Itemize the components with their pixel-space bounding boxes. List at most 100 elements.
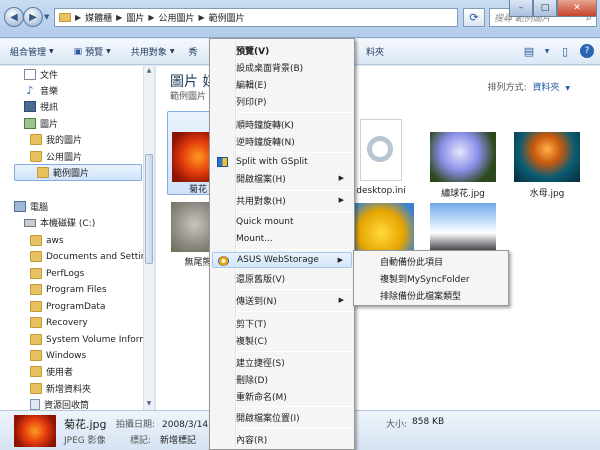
menu-separator (238, 249, 352, 250)
breadcrumb-pictures[interactable]: 圖片 (126, 11, 144, 24)
image-thumbnail (430, 203, 496, 253)
menu-item-open-with[interactable]: 開啟檔案(H) ▶ (212, 170, 352, 186)
sidebar-item-documents-and-settings[interactable]: Documents and Settings (30, 248, 155, 265)
menu-item-send-to[interactable]: 傳送到(N) ▶ (212, 292, 352, 308)
menu-item-label: 傳送到(N) (236, 296, 277, 307)
submenu-arrow-icon: ▶ (338, 296, 344, 304)
scroll-up-icon[interactable]: ▲ (145, 67, 153, 76)
sidebar-scrollbar[interactable]: ▲ ▼ (143, 66, 154, 410)
menu-item-rotate-counterclockwise[interactable]: 逆時鐘旋轉(N) (212, 133, 352, 149)
folder-icon (30, 151, 42, 162)
menu-item-edit[interactable]: 編輯(E) (212, 76, 352, 92)
submenu-item-exclude-file-type[interactable]: 排除備份此檔案類型 (356, 287, 506, 303)
minimize-button[interactable]: – (509, 0, 533, 17)
breadcrumb-sample-pictures[interactable]: 範例圖片 (209, 11, 245, 24)
forward-button[interactable]: ▶ (23, 7, 43, 27)
sidebar-item-label: Documents and Settings (46, 251, 155, 262)
caret-down-icon: ▼ (106, 48, 111, 55)
menu-item-preview[interactable]: 預覽(V) (212, 42, 352, 58)
breadcrumb-library[interactable]: 媒體櫃 (85, 11, 112, 24)
slideshow-label: 秀 (188, 48, 198, 58)
sidebar-item-public-pictures[interactable]: 公用圖片 (30, 148, 82, 165)
caret-down-icon: ▼ (49, 48, 54, 55)
new-folder-button[interactable]: 料夾 (356, 45, 394, 58)
thumbnail-penguins[interactable] (428, 203, 498, 255)
menu-item-open-file-location[interactable]: 開啟檔案位置(I) (212, 409, 352, 425)
sidebar-item-programdata[interactable]: ProgramData (30, 298, 105, 315)
sidebar-item-videos[interactable]: 視訊 (24, 98, 58, 115)
menu-item-label: 排除備份此檔案類型 (380, 291, 462, 302)
share-button[interactable]: 共用對象 ▼ (121, 45, 185, 58)
menu-item-quick-mount[interactable]: Quick mount (212, 214, 352, 230)
menu-item-rename[interactable]: 重新命名(M) (212, 388, 352, 404)
menu-item-properties[interactable]: 內容(R) (212, 431, 352, 447)
sidebar-item-pictures[interactable]: 圖片 (24, 115, 58, 132)
menu-item-copy[interactable]: 複製(C) (212, 332, 352, 348)
scrollbar-thumb[interactable] (145, 154, 153, 264)
sidebar-item-recovery[interactable]: Recovery (30, 314, 88, 331)
picture-icon (24, 118, 36, 129)
sidebar-item-music[interactable]: ♪ 音樂 (24, 82, 58, 99)
close-button[interactable]: ✕ (557, 0, 597, 17)
history-dropdown-icon[interactable]: ▼ (44, 13, 49, 21)
sidebar-item-my-pictures[interactable]: 我的圖片 (30, 131, 82, 148)
view-options-icon[interactable]: ▤ (522, 44, 536, 58)
maximize-button[interactable]: □ (533, 0, 557, 17)
menu-separator (238, 311, 352, 312)
thumbnail-jellyfish[interactable]: 水母.jpg (512, 128, 582, 200)
menu-item-create-shortcut[interactable]: 建立捷徑(S) (212, 354, 352, 370)
sidebar-item-documents[interactable]: 文件 (24, 66, 58, 83)
sidebar-item-users[interactable]: 使用者 (30, 363, 73, 380)
menu-item-set-desktop-background[interactable]: 設成桌面背景(B) (212, 59, 352, 75)
share-label: 共用對象 (130, 48, 167, 58)
menu-item-cut[interactable]: 剪下(T) (212, 315, 352, 331)
sidebar-item-label: aws (46, 235, 64, 246)
sidebar-item-perflogs[interactable]: PerfLogs (30, 265, 84, 282)
submenu-item-auto-backup[interactable]: 自動備份此項目 (356, 253, 506, 269)
thumbnail-hydrangeas[interactable]: 繡球花.jpg (428, 128, 498, 200)
menu-item-print[interactable]: 列印(P) (212, 93, 352, 109)
thumbnail-label: 水母.jpg (529, 189, 565, 199)
help-icon[interactable]: ? (580, 44, 594, 58)
sidebar-item-sample-pictures[interactable]: 範例圖片 (14, 164, 142, 181)
thumbnail-desktop-ini[interactable]: desktop.ini (348, 116, 414, 200)
breadcrumb-public-pictures[interactable]: 公用圖片 (159, 11, 195, 24)
menu-item-share-with[interactable]: 共用對象(H) ▶ (212, 192, 352, 208)
computer-icon (14, 201, 26, 212)
arrange-value[interactable]: 資料夾 (532, 83, 559, 93)
preview-pane-icon[interactable]: ▯ (558, 44, 572, 58)
address-bar[interactable]: ▶ 媒體櫃 ▶ 圖片 ▶ 公用圖片 ▶ 範例圖片 (54, 8, 458, 27)
toolbar-right: ▤ ▼ ▯ ? (522, 44, 594, 58)
sidebar-item-local-disk[interactable]: 本機磁碟 (C:) (24, 214, 95, 231)
sidebar-item-recycle-bin[interactable]: 資源回收筒 (30, 396, 89, 410)
sidebar-item-aws[interactable]: aws (30, 232, 64, 249)
slideshow-button[interactable]: 秀 (184, 45, 207, 58)
scroll-down-icon[interactable]: ▼ (145, 400, 153, 409)
submenu-item-copy-to-mysyncfolder[interactable]: 複製到MySyncFolder (356, 270, 506, 286)
folder-icon (30, 134, 42, 145)
menu-item-rotate-clockwise[interactable]: 順時鐘旋轉(K) (212, 116, 352, 132)
thumbnail-tulips[interactable] (348, 203, 418, 255)
caret-down-icon[interactable]: ▼ (565, 85, 570, 92)
menu-item-delete[interactable]: 刪除(D) (212, 371, 352, 387)
back-button[interactable]: ◀ (4, 7, 24, 27)
menu-item-asus-webstorage[interactable]: ASUS WebStorage ▶ (212, 252, 352, 268)
sidebar-item-computer[interactable]: 電腦 (14, 198, 48, 215)
sidebar-item-system-volume-information[interactable]: System Volume Information (30, 331, 154, 348)
sidebar-item-label: PerfLogs (46, 268, 85, 279)
organize-button[interactable]: 組合管理 ▼ (0, 45, 64, 58)
sidebar-item-label: 本機磁碟 (C:) (40, 219, 96, 229)
sidebar-item-new-folder[interactable]: 新增資料夾 (30, 380, 91, 397)
refresh-button[interactable]: ⟳ (463, 8, 485, 27)
details-tag-value[interactable]: 新增標記 (160, 433, 196, 446)
new-folder-label: 料夾 (366, 48, 385, 58)
menu-item-split-with-gsplit[interactable]: Split with GSplit (212, 154, 352, 170)
preview-button[interactable]: ▣ 預覽 ▼ (64, 45, 121, 59)
asus-webstorage-submenu: 自動備份此項目 複製到MySyncFolder 排除備份此檔案類型 (353, 250, 509, 306)
menu-item-mount[interactable]: Mount... (212, 231, 352, 247)
sidebar-item-windows[interactable]: Windows (30, 347, 86, 364)
sidebar-item-program-files[interactable]: Program Files (30, 281, 107, 298)
thumbnail-label: desktop.ini (356, 186, 406, 196)
caret-down-icon[interactable]: ▼ (544, 44, 550, 58)
menu-item-restore-previous-versions[interactable]: 還原舊版(V) (212, 270, 352, 286)
